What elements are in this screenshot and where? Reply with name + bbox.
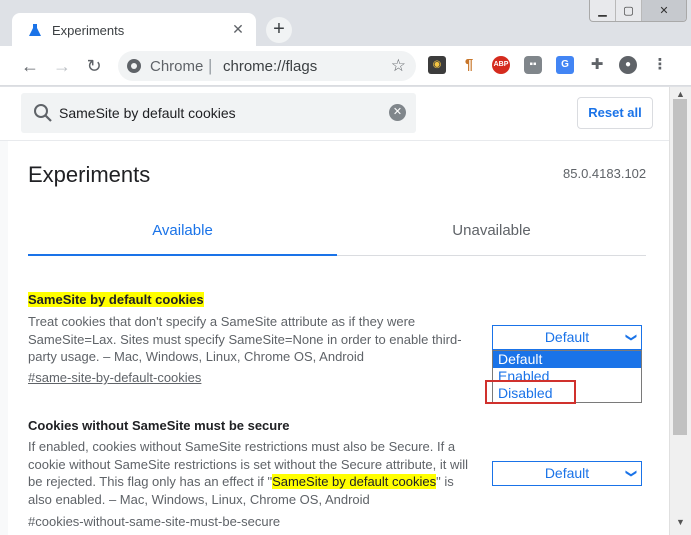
- tampermonkey-icon[interactable]: ◉: [428, 56, 446, 74]
- search-icon: [34, 104, 52, 122]
- back-arrow-icon[interactable]: ←: [18, 54, 42, 78]
- adblock-plus-icon[interactable]: ABP: [492, 56, 510, 74]
- tab-available[interactable]: Available: [28, 208, 337, 256]
- minimize-icon[interactable]: ▁: [590, 0, 616, 21]
- flag-description: If enabled, cookies without SameSite res…: [28, 438, 480, 508]
- version-label: 85.0.4183.102: [563, 166, 647, 181]
- clear-search-icon[interactable]: ✕: [389, 104, 406, 121]
- search-match-highlight: SameSite by default cookies: [272, 474, 437, 489]
- flag-description-line: be rejected. This flag only has an effec…: [28, 473, 480, 491]
- puzzle-icon[interactable]: ✚: [588, 56, 606, 74]
- bookmark-star-icon[interactable]: ☆: [391, 56, 406, 76]
- tab-unavailable[interactable]: Unavailable: [337, 208, 646, 256]
- flag-state-select[interactable]: Default ❯: [492, 461, 642, 486]
- reload-icon[interactable]: ↻: [82, 54, 106, 78]
- flag-description-line: Treat cookies that don't specify a SameS…: [28, 314, 416, 329]
- flag-description-line: If enabled, cookies without SameSite res…: [28, 439, 456, 454]
- scroll-up-icon[interactable]: ▲: [676, 89, 685, 99]
- select-value: Default: [544, 465, 590, 481]
- title-bar: Experiments ✕ + ▁ ▢ ✕: [0, 0, 691, 47]
- scrollbar[interactable]: ▲ ▼: [669, 87, 691, 535]
- window-close-icon[interactable]: ✕: [642, 0, 686, 21]
- chevron-down-icon: ❯: [624, 332, 637, 343]
- page-title: Experiments: [28, 162, 151, 187]
- select-value: Default: [544, 329, 590, 345]
- scrollbar-thumb[interactable]: [673, 99, 687, 435]
- flag-anchor-link[interactable]: #cookies-without-same-site-must-be-secur…: [28, 514, 280, 529]
- close-tab-icon[interactable]: ✕: [230, 21, 246, 37]
- search-input[interactable]: [59, 101, 379, 125]
- flask-icon: [29, 24, 41, 36]
- scroll-down-icon[interactable]: ▼: [676, 517, 685, 527]
- flag-description-line: SameSite=Lax. Sites must specify SameSit…: [28, 331, 462, 347]
- chevron-down-icon: ❯: [624, 468, 637, 479]
- flag-title-text: SameSite by default cookies: [28, 292, 204, 307]
- flag-title: SameSite by default cookies: [28, 292, 204, 307]
- scheme-label: Chrome: [150, 58, 204, 75]
- flag-description-line: also enabled. – Mac, Windows, Linux, Chr…: [28, 491, 370, 507]
- url-text[interactable]: chrome://flags: [223, 58, 317, 75]
- forward-arrow-icon[interactable]: →: [50, 54, 74, 78]
- flag-description-line: party usage. – Mac, Windows, Linux, Chro…: [28, 349, 364, 364]
- new-tab-button[interactable]: +: [266, 17, 292, 43]
- search-box: ✕: [21, 93, 416, 133]
- flag-state-select[interactable]: Default ❯: [492, 325, 642, 350]
- desc-text: " is: [436, 474, 454, 489]
- maximize-icon[interactable]: ▢: [616, 0, 642, 21]
- address-bar[interactable]: Chrome | chrome://flags ☆: [118, 51, 416, 81]
- omnibox-separator: |: [208, 56, 213, 75]
- google-translate-icon[interactable]: G: [556, 56, 574, 74]
- flag-title: Cookies without SameSite must be secure: [28, 418, 290, 433]
- flag-anchor-link[interactable]: #same-site-by-default-cookies: [28, 370, 201, 385]
- flags-header: ✕ Reset all: [0, 87, 669, 141]
- paragraph-icon[interactable]: ¶: [460, 56, 478, 74]
- annotation-highlight-box: [485, 380, 576, 404]
- option-default[interactable]: Default: [493, 351, 641, 368]
- flag-description-line: cookie without SameSite restrictions is …: [28, 456, 469, 472]
- browser-toolbar: ← → ↻ Chrome | chrome://flags ☆ ◉ ¶ ABP …: [0, 46, 691, 86]
- menu-icon[interactable]: ⋮: [651, 56, 669, 74]
- chrome-logo-icon: [127, 59, 141, 73]
- extension-tile-icon[interactable]: ▪▪: [524, 56, 542, 74]
- account-icon[interactable]: ●: [619, 56, 637, 74]
- window-controls: ▁ ▢ ✕: [589, 0, 687, 22]
- browser-tab[interactable]: Experiments ✕: [12, 13, 256, 47]
- reset-all-button[interactable]: Reset all: [577, 97, 653, 129]
- tab-title: Experiments: [52, 23, 125, 38]
- flag-description: Treat cookies that don't specify a SameS…: [28, 313, 480, 366]
- desc-text: be rejected. This flag only has an effec…: [28, 474, 273, 489]
